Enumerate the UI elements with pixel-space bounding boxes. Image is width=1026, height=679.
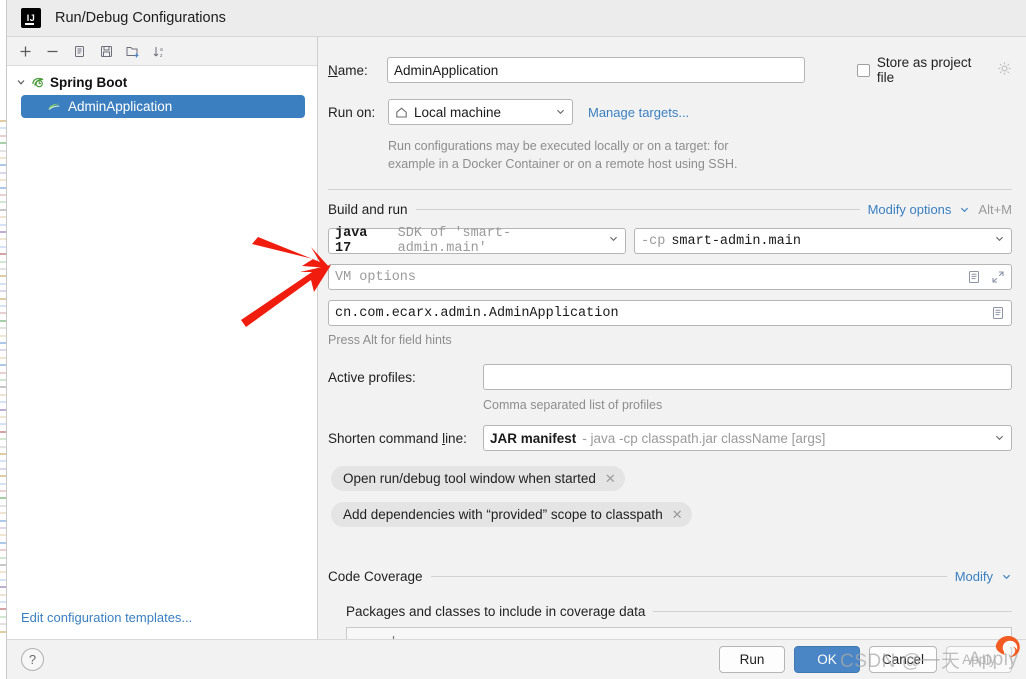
chevron-down-icon[interactable] bbox=[547, 105, 566, 120]
run-on-label: Run on: bbox=[328, 104, 376, 120]
run-debug-configurations-dialog: IJ Run/Debug Configurations a z Spring B… bbox=[6, 0, 1026, 679]
manage-targets-link[interactable]: Manage targets... bbox=[588, 105, 689, 120]
configurations-sidebar: a z Spring Boot AdminApplication Edit co… bbox=[7, 37, 318, 639]
shorten-command-line-select[interactable]: JAR manifest - java -cp classpath.jar cl… bbox=[483, 425, 1012, 451]
intellij-idea-logo-icon: IJ bbox=[21, 8, 41, 28]
coverage-include-header: Packages and classes to include in cover… bbox=[346, 604, 1012, 619]
option-chip-add-provided-dependencies[interactable]: Add dependencies with “provided” scope t… bbox=[331, 502, 1012, 527]
configurations-tree: Spring Boot AdminApplication bbox=[7, 66, 317, 610]
run-on-help-line-1: Run configurations may be executed local… bbox=[388, 139, 729, 153]
tree-group-spring-boot[interactable]: Spring Boot bbox=[7, 71, 317, 93]
active-profiles-input[interactable] bbox=[483, 364, 1012, 390]
gear-icon[interactable] bbox=[997, 61, 1012, 79]
sidebar-item-adminapplication[interactable]: AdminApplication bbox=[21, 95, 305, 118]
svg-text:z: z bbox=[160, 53, 163, 59]
run-on-help-line-2: example in a Docker Container or on a re… bbox=[388, 157, 738, 171]
macro-list-icon[interactable] bbox=[990, 306, 1005, 321]
add-configuration-button[interactable] bbox=[13, 40, 37, 63]
help-button[interactable]: ? bbox=[21, 648, 44, 671]
build-and-run-header: Build and run Modify options Alt+M bbox=[328, 202, 1012, 217]
spring-boot-leaf-icon bbox=[47, 100, 62, 113]
run-on-target-value: Local machine bbox=[414, 104, 502, 120]
name-row: Name: AdminApplication Store as project … bbox=[328, 55, 1012, 85]
home-icon bbox=[395, 106, 408, 119]
apply-button[interactable]: Apply bbox=[946, 646, 1012, 673]
jdk-classpath-row: java 17 SDK of 'smart-admin.main' -cp sm… bbox=[328, 226, 1012, 256]
code-coverage-title: Code Coverage bbox=[328, 569, 423, 584]
configuration-editor-panel: Name: AdminApplication Store as project … bbox=[318, 37, 1026, 639]
classpath-module: smart-admin.main bbox=[671, 233, 801, 249]
run-button[interactable]: Run bbox=[718, 646, 785, 673]
macro-list-icon[interactable] bbox=[966, 270, 981, 285]
chevron-down-icon[interactable] bbox=[986, 233, 1005, 249]
name-input-value: AdminApplication bbox=[393, 62, 499, 78]
name-label: Name: bbox=[328, 62, 368, 78]
classpath-flag: -cp bbox=[641, 233, 666, 249]
vm-options-placeholder: VM options bbox=[335, 269, 417, 285]
new-folder-button[interactable] bbox=[121, 40, 145, 63]
remove-package-button[interactable] bbox=[353, 629, 377, 639]
option-chip-open-run-debug-tool-window[interactable]: Open run/debug tool window when started … bbox=[331, 466, 1012, 491]
active-profiles-row: Active profiles: bbox=[328, 364, 1012, 390]
run-on-row: Run on: Local machine Manage targets... bbox=[328, 99, 1012, 125]
cancel-button[interactable]: Cancel bbox=[868, 646, 937, 673]
ok-button[interactable]: OK bbox=[793, 646, 860, 673]
chevron-down-icon[interactable] bbox=[600, 233, 619, 249]
run-on-target-select[interactable]: Local machine bbox=[388, 99, 573, 125]
store-as-project-file-row[interactable]: Store as project file bbox=[857, 55, 1012, 85]
remove-configuration-button[interactable] bbox=[40, 40, 64, 63]
dialog-title: Run/Debug Configurations bbox=[55, 10, 226, 26]
modify-options-shortcut: Alt+M bbox=[978, 202, 1012, 217]
sidebar-toolbar: a z bbox=[7, 37, 317, 66]
chip-label: Open run/debug tool window when started bbox=[343, 471, 596, 486]
shorten-command-line-label: Shorten command line: bbox=[328, 430, 467, 446]
chevron-down-icon[interactable] bbox=[1001, 571, 1012, 582]
dialog-footer: ? Run OK Cancel Apply bbox=[7, 639, 1026, 679]
active-profiles-label: Active profiles: bbox=[328, 369, 416, 385]
vm-options-input[interactable]: VM options bbox=[328, 264, 1012, 290]
classpath-module-select[interactable]: -cp smart-admin.main bbox=[634, 228, 1012, 254]
save-configuration-button[interactable] bbox=[94, 40, 118, 63]
sort-alphabetically-button[interactable]: a z bbox=[148, 40, 172, 63]
store-as-project-file-label: Store as project file bbox=[876, 55, 972, 85]
shorten-command-line-value: JAR manifest bbox=[490, 430, 577, 446]
expand-editor-icon[interactable] bbox=[990, 270, 1005, 285]
close-icon[interactable]: ✕ bbox=[605, 471, 616, 487]
close-icon[interactable]: ✕ bbox=[672, 507, 683, 523]
edit-templates-row: Edit configuration templates... bbox=[7, 610, 317, 639]
dialog-titlebar: IJ Run/Debug Configurations bbox=[7, 0, 1026, 37]
coverage-include-label: Packages and classes to include in cover… bbox=[346, 604, 646, 619]
name-input[interactable]: AdminApplication bbox=[386, 57, 806, 83]
field-hints-text: Press Alt for field hints bbox=[328, 333, 452, 347]
code-coverage-modify-link[interactable]: Modify bbox=[955, 569, 993, 584]
section-divider bbox=[328, 189, 1012, 190]
main-class-input[interactable]: cn.com.ecarx.admin.AdminApplication bbox=[328, 300, 1012, 326]
chip-label: Add dependencies with “provided” scope t… bbox=[343, 507, 663, 522]
sidebar-item-label: AdminApplication bbox=[68, 99, 173, 114]
chevron-down-icon[interactable] bbox=[959, 204, 970, 215]
main-class-value: cn.com.ecarx.admin.AdminApplication bbox=[335, 305, 619, 321]
code-coverage-header: Code Coverage Modify bbox=[328, 569, 1012, 584]
edit-configuration-templates-link[interactable]: Edit configuration templates... bbox=[21, 610, 192, 625]
copy-configuration-button[interactable] bbox=[67, 40, 91, 63]
active-profiles-hint: Comma separated list of profiles bbox=[483, 398, 663, 412]
add-package-button[interactable] bbox=[381, 629, 405, 639]
spring-boot-leaf-icon bbox=[31, 76, 46, 89]
modify-options-link[interactable]: Modify options bbox=[868, 202, 952, 217]
jdk-description: SDK of 'smart-admin.main' bbox=[397, 226, 512, 256]
chevron-down-icon[interactable] bbox=[15, 76, 27, 88]
coverage-packages-toolbar bbox=[346, 627, 1012, 639]
run-on-help-text: Run configurations may be executed local… bbox=[388, 137, 1012, 173]
tree-group-label: Spring Boot bbox=[50, 74, 128, 90]
build-and-run-title: Build and run bbox=[328, 202, 408, 217]
jdk-name: java 17 bbox=[335, 226, 368, 256]
jdk-select[interactable]: java 17 SDK of 'smart-admin.main' bbox=[328, 226, 626, 256]
shorten-command-line-row: Shorten command line: JAR manifest - jav… bbox=[328, 425, 1012, 451]
chevron-down-icon[interactable] bbox=[986, 431, 1005, 446]
store-as-project-file-checkbox[interactable] bbox=[857, 63, 870, 77]
shorten-command-line-description: - java -cp classpath.jar className [args… bbox=[582, 430, 826, 446]
